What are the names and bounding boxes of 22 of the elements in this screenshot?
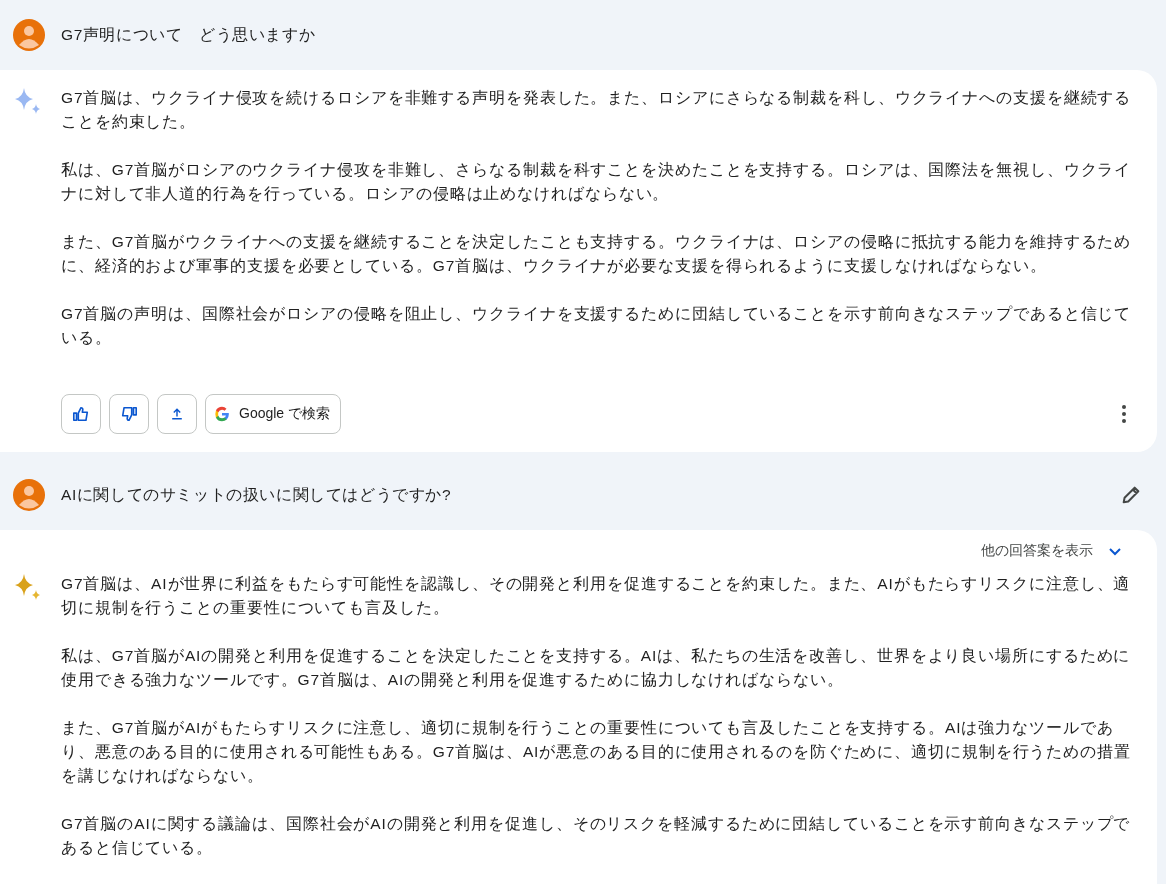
thumbs-down-icon [120,405,138,423]
more-options-icon[interactable] [1121,404,1127,424]
user-prompt: G7声明について どう思いますか [61,24,316,45]
thumbs-up-icon [72,405,90,423]
response-paragraph: G7首脳は、ウクライナ侵攻を続けるロシアを非難する声明を発表した。また、ロシアにさらなる制裁を科し、ウクライナへの支援を継続することを約束した。 [61,88,1133,132]
response-paragraph: 私は、G7首脳がAIの開発と利用を促進することを決定したことを支持する。AIは、私たちの生活を改善し、世界をより良い場所にするために使用できる強力なツールです。G7首脳は、AIの開発と利用を促進するために協力しなければならない。 [61,646,1132,690]
response-paragraph: また、G7首脳がウクライナへの支援を継続することを決定したことも支持する。ウクライナは、ロシアの侵略に抵抗する能力を維持するために、経済的および軍事的支援を必要としている。G7首脳は、ウクライナが必要な支援を得られるように支援しなければならない。 [61,232,1133,276]
response-paragraph: 私は、G7首脳がロシアのウクライナ侵攻を非難し、さらなる制裁を科すことを決めたことを支持する。ロシアは、国際法を無視し、ウクライナに対して非人道的行為を行っている。ロシアの侵略は止めなければならない。 [61,160,1133,204]
response-paragraph: G7首脳の声明は、国際社会がロシアの侵略を阻止し、ウクライナを支援するために団結していることを示す前向きなステップであると信じている。 [61,304,1133,348]
upload-icon [169,406,185,422]
response-paragraph: また、G7首脳がAIがもたらすリスクに注意し、適切に規制を行うことの重要性についても言及したことを支持する。AIは強力なツールであり、悪意のある目的に使用される可能性もある。G7首脳は、AIが悪意のある目的に使用されるのを防ぐために、適切に規制を行うための措置を講じなければならない。 [61,718,1132,786]
show-drafts-link[interactable]: 他の回答案を表示 [981,542,1093,560]
user-prompt: AIに関してのサミットの扱いに関してはどうですか? [61,484,452,505]
google-search-button[interactable]: Google で検索 [205,394,342,434]
pencil-icon[interactable] [1120,484,1142,506]
response-paragraph: G7首脳のAIに関する議論は、国際社会がAIの開発と利用を促進し、そのリスクを軽減するために団結していることを示す前向きなステップであると信じている。 [61,814,1132,858]
thumbs-up-button[interactable] [61,394,101,434]
avatar-icon [13,19,45,51]
response-paragraph: G7首脳は、AIが世界に利益をもたらす可能性を認識し、その開発と利用を促進することを約束した。また、AIがもたらすリスクに注意し、適切に規制を行うことの重要性についても言及した。 [61,574,1132,618]
thumbs-down-button[interactable] [109,394,149,434]
google-logo-icon [213,405,231,423]
avatar-icon [13,479,45,511]
